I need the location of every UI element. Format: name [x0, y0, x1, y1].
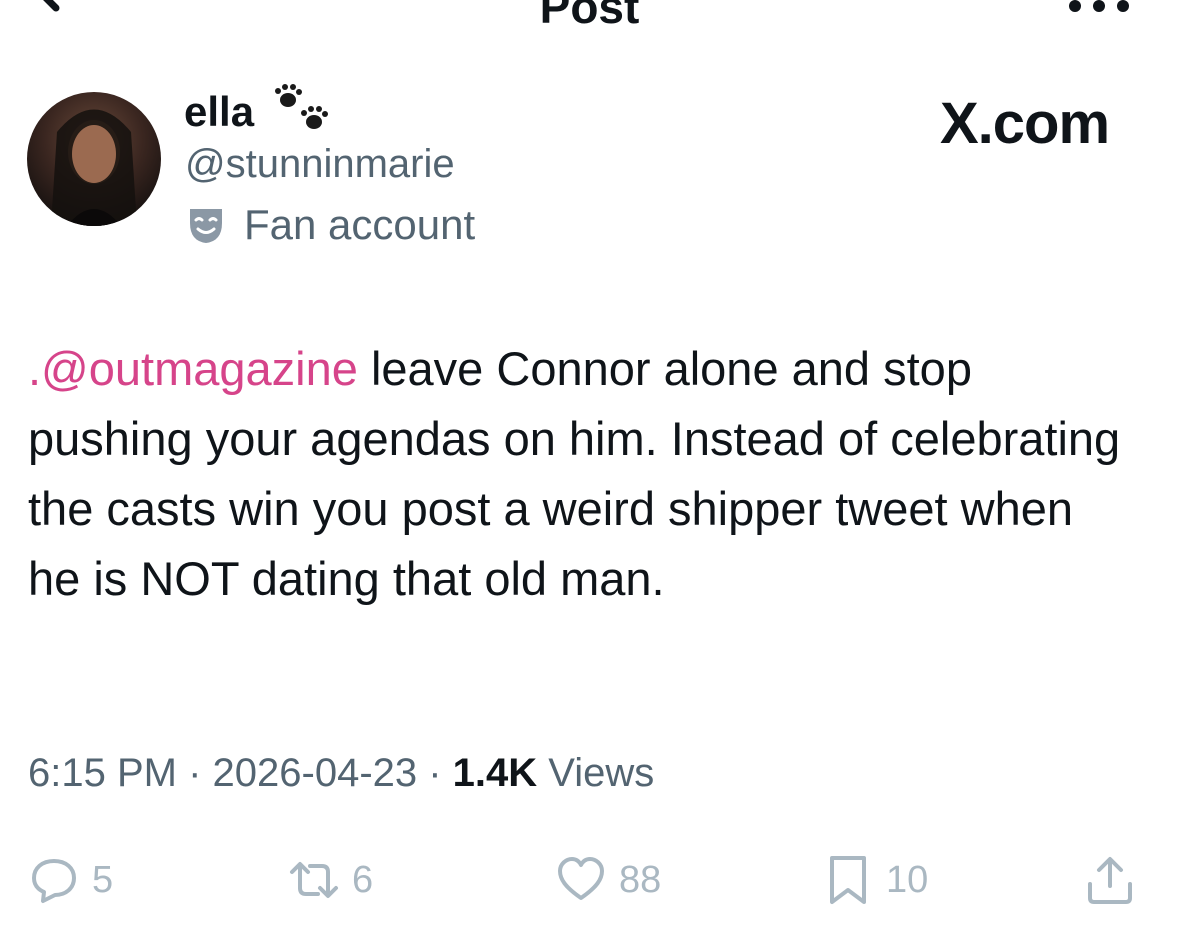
repost-count: 6	[352, 858, 374, 901]
mention-link[interactable]: .@outmagazine	[28, 342, 358, 395]
views-count: 1.4K	[452, 751, 538, 795]
account-label: Fan account	[244, 201, 476, 248]
avatar-image	[51, 109, 137, 226]
share-icon	[1088, 857, 1132, 904]
tweet-date[interactable]: 2026-04-23	[213, 751, 418, 795]
bookmark-count: 10	[886, 858, 929, 901]
repost-icon	[290, 862, 338, 898]
more-dots-icon[interactable]	[1064, 0, 1134, 16]
reply-count: 5	[92, 858, 114, 901]
tweet-text: .@outmagazine leave Connor alone and sto…	[28, 334, 1138, 614]
share-button[interactable]	[1084, 852, 1136, 908]
repost-button[interactable]: 6	[288, 852, 373, 908]
like-button[interactable]: 88	[555, 852, 661, 908]
page-title: Post	[539, 0, 640, 33]
meta-separator: ·	[417, 751, 453, 795]
bookmark-icon	[830, 856, 866, 904]
tweet-meta: 6:15 PM · 2026-04-23 · 1.4K Views	[28, 751, 654, 796]
bookmark-button[interactable]: 10	[822, 852, 928, 908]
user-handle[interactable]: @stunninmarie	[185, 142, 455, 187]
meta-separator: ·	[176, 751, 213, 795]
heart-icon	[558, 857, 604, 900]
paw-prints-icon	[275, 84, 328, 129]
tweet-time[interactable]: 6:15 PM	[28, 751, 177, 795]
views-label: Views	[537, 751, 655, 795]
display-name[interactable]: ella	[184, 88, 254, 136]
like-count: 88	[619, 858, 662, 901]
reply-icon	[32, 859, 76, 903]
reply-button[interactable]: 5	[28, 852, 113, 908]
site-watermark: X.com	[940, 91, 1110, 156]
theater-mask-icon	[190, 209, 222, 243]
avatar[interactable]	[27, 92, 161, 226]
